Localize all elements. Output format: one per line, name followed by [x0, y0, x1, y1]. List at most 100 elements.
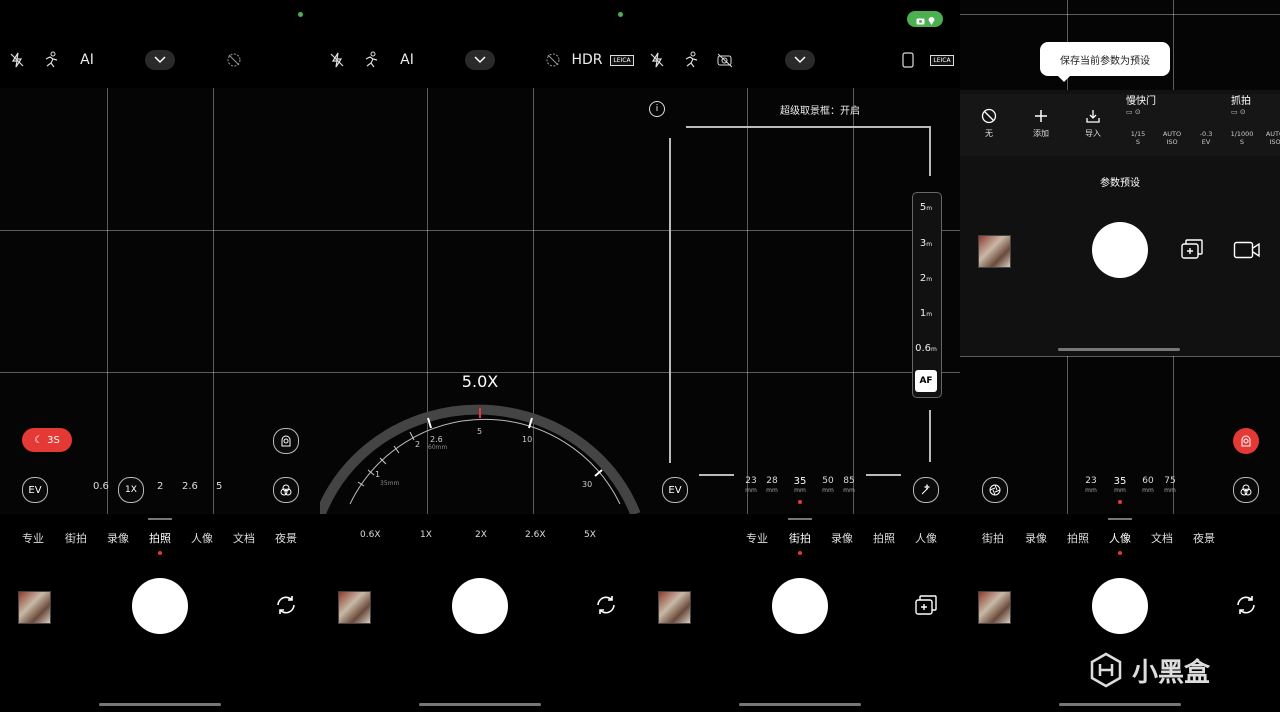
ev-button[interactable]: EV: [22, 477, 48, 503]
aspect-ratio-icon[interactable]: [898, 40, 918, 80]
focal-35mm[interactable]: 35 mm: [1111, 477, 1129, 495]
presets-icon[interactable]: [1180, 238, 1204, 264]
focal-50mm[interactable]: 50 mm: [820, 477, 836, 495]
zoom-2.6[interactable]: 2.6: [182, 481, 198, 492]
mode-night[interactable]: 夜景: [275, 530, 297, 546]
ai-toggle[interactable]: AI: [74, 40, 100, 80]
mode-video[interactable]: 录像: [831, 530, 853, 546]
focal-35mm[interactable]: 35 mm: [791, 477, 809, 495]
info-icon[interactable]: i: [649, 101, 665, 117]
mode-street[interactable]: 街拍: [65, 530, 87, 546]
leica-toggle[interactable]: LEICA: [930, 40, 954, 80]
focal-85mm[interactable]: 85 mm: [842, 477, 856, 495]
magic-adjust-icon[interactable]: [913, 477, 939, 503]
zoom-1x[interactable]: 1X: [118, 477, 144, 503]
mode-video[interactable]: 录像: [107, 530, 129, 546]
filter-icon[interactable]: [273, 477, 299, 503]
focal-75mm[interactable]: 75 mm: [1163, 477, 1177, 495]
chevron-down-icon: [794, 52, 806, 68]
plus-icon: [1035, 110, 1047, 122]
zoom-dial[interactable]: [320, 400, 640, 514]
portrait-lens-icon[interactable]: [1233, 428, 1259, 454]
distance-3m[interactable]: 3m: [912, 238, 940, 249]
zoom-preset-2.6x[interactable]: 2.6X: [525, 530, 545, 540]
preset-import[interactable]: 导入: [1080, 108, 1106, 139]
live-photo-off-icon[interactable]: [224, 40, 244, 80]
motion-capture-icon[interactable]: [360, 40, 382, 80]
gallery-thumbnail[interactable]: [18, 591, 51, 624]
more-settings-button[interactable]: [145, 40, 175, 80]
aperture-icon[interactable]: [982, 477, 1008, 503]
focal-23mm[interactable]: 23 mm: [1083, 477, 1099, 495]
flash-off-icon[interactable]: [646, 40, 668, 80]
gallery-thumbnail-bottom[interactable]: [978, 591, 1011, 624]
motion-capture-icon[interactable]: [40, 40, 62, 80]
switch-camera-icon[interactable]: [1232, 591, 1260, 619]
preset-add[interactable]: 添加: [1028, 108, 1054, 139]
save-preset-tooltip[interactable]: 保存当前参数为预设: [1040, 42, 1170, 76]
shutter-button[interactable]: [1092, 222, 1148, 278]
video-camera-icon[interactable]: [1233, 240, 1261, 264]
mode-street[interactable]: 街拍: [982, 530, 1004, 546]
flash-off-icon[interactable]: [326, 40, 348, 80]
ev-button[interactable]: EV: [662, 477, 688, 503]
portrait-lens-icon[interactable]: [273, 428, 299, 454]
sheet-handle[interactable]: [1058, 348, 1180, 351]
zoom-2[interactable]: 2: [157, 481, 163, 492]
zoom-preset-1x[interactable]: 1X: [420, 530, 432, 540]
shutter-button-bottom[interactable]: [1092, 578, 1148, 634]
mode-photo[interactable]: 拍照: [149, 530, 171, 546]
mode-pro[interactable]: 专业: [746, 530, 768, 546]
mode-portrait[interactable]: 人像: [1109, 530, 1131, 546]
leica-toggle-right[interactable]: LEICA: [610, 40, 634, 80]
switch-camera-icon[interactable]: [272, 591, 300, 619]
preset-none[interactable]: 无: [978, 108, 1000, 139]
focal-60mm[interactable]: 60 mm: [1140, 477, 1156, 495]
distance-0.6m[interactable]: 0.6m: [912, 343, 940, 354]
gallery-thumbnail[interactable]: [658, 591, 691, 624]
zoom-preset-2x[interactable]: 2X: [475, 530, 487, 540]
switch-camera-icon[interactable]: [592, 591, 620, 619]
flash-off-icon[interactable]: [6, 40, 28, 80]
distance-1m[interactable]: 1m: [912, 308, 940, 319]
shutter-button[interactable]: [452, 578, 508, 634]
focal-28mm[interactable]: 28 mm: [764, 477, 780, 495]
zoom-preset-0.6x[interactable]: 0.6X: [360, 530, 380, 540]
shutter-button[interactable]: [772, 578, 828, 634]
more-settings-button[interactable]: [785, 40, 815, 80]
live-photo-off-icon[interactable]: [542, 40, 564, 80]
preset-slow-shutter-title[interactable]: 慢快门: [1126, 92, 1156, 107]
autofocus-button[interactable]: AF: [915, 370, 937, 392]
mode-document[interactable]: 文档: [233, 530, 255, 546]
zoom-preset-5x[interactable]: 5X: [584, 530, 596, 540]
gallery-thumbnail[interactable]: [978, 235, 1011, 268]
mode-pro[interactable]: 专业: [22, 530, 44, 546]
hdr-toggle-right[interactable]: HDR: [571, 40, 602, 80]
more-settings-button[interactable]: [465, 40, 495, 80]
distance-2m[interactable]: 2m: [912, 273, 940, 284]
mode-document[interactable]: 文档: [1151, 530, 1173, 546]
mode-portrait[interactable]: 人像: [191, 530, 213, 546]
focus-distance-scale[interactable]: [912, 192, 942, 398]
gallery-thumbnail[interactable]: [338, 591, 371, 624]
shutter-button[interactable]: [132, 578, 188, 634]
mode-video[interactable]: 录像: [1025, 530, 1047, 546]
mode-photo[interactable]: 拍照: [873, 530, 895, 546]
filter-icon[interactable]: [1233, 477, 1259, 503]
preset-snapshot-title[interactable]: 抓拍: [1231, 92, 1251, 107]
zoom-0.6[interactable]: 0.6: [93, 481, 109, 492]
mode-portrait[interactable]: 人像: [915, 530, 937, 546]
zoom-5[interactable]: 5: [216, 481, 222, 492]
night-mode-badge[interactable]: ☾ 3S: [22, 428, 72, 452]
focal-23mm[interactable]: 23 mm: [744, 477, 758, 495]
mode-street[interactable]: 街拍: [789, 530, 811, 546]
mode-night[interactable]: 夜景: [1193, 530, 1215, 546]
mode-photo[interactable]: 拍照: [1067, 530, 1089, 546]
distance-5m[interactable]: 5m: [912, 202, 940, 213]
presets-icon[interactable]: [912, 591, 940, 619]
ai-toggle[interactable]: AI: [394, 40, 420, 80]
shutter-sound-off-icon[interactable]: [714, 40, 736, 80]
import-icon: [1086, 110, 1100, 123]
home-indicator: [1059, 703, 1181, 706]
motion-capture-icon[interactable]: [680, 40, 702, 80]
